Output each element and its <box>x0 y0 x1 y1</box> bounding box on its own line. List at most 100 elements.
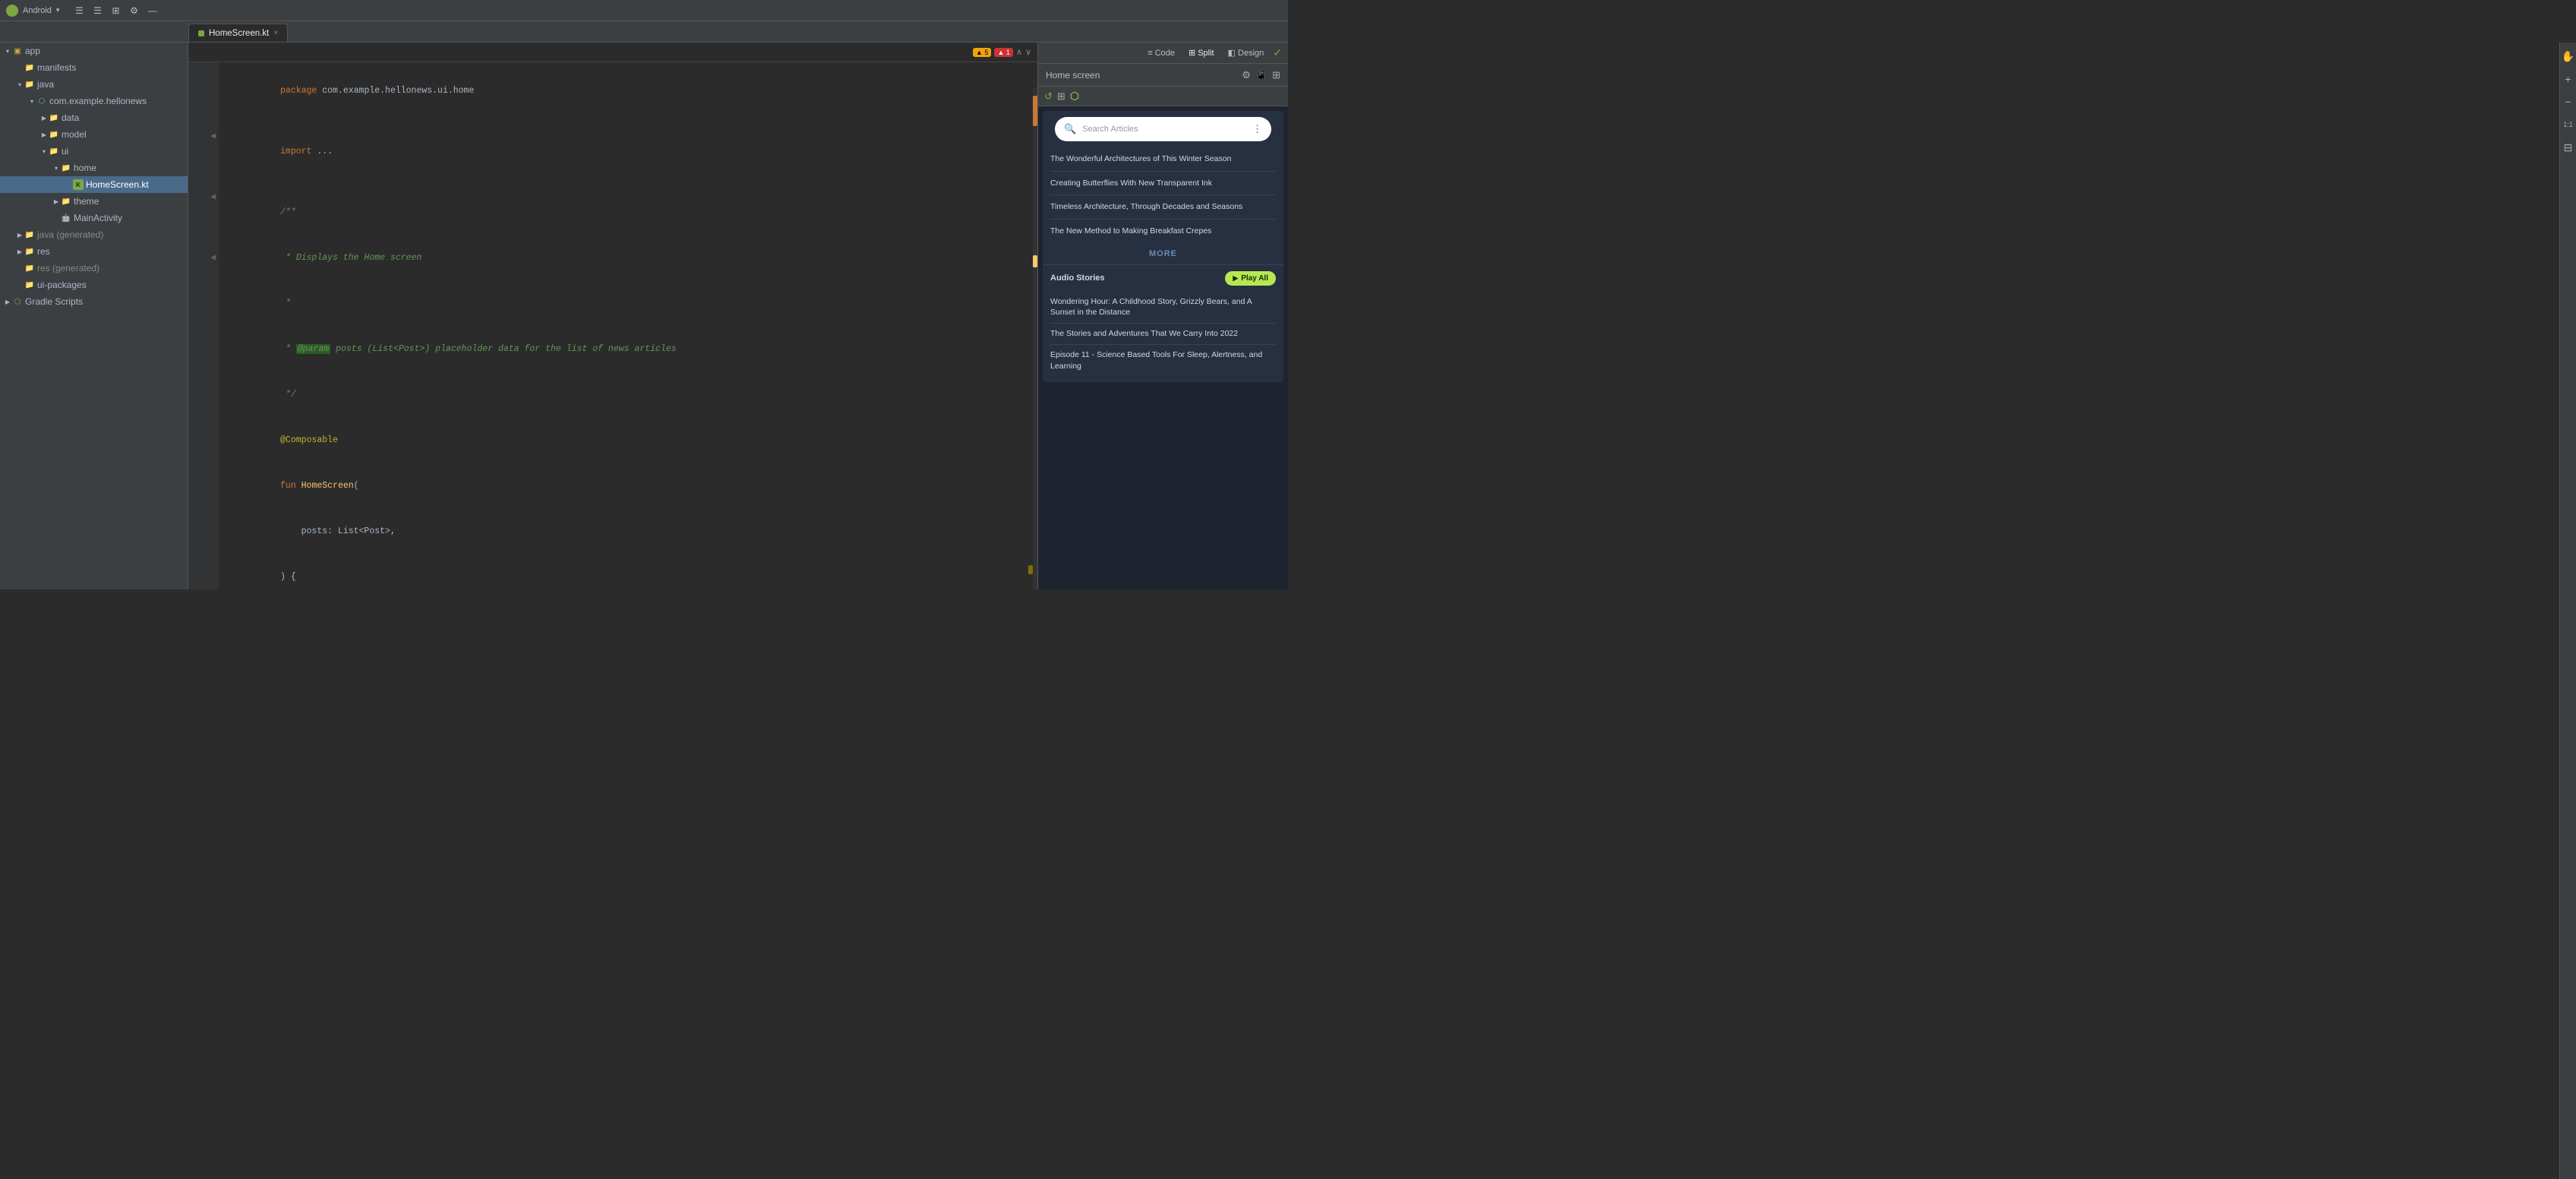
scrollbar-thumb2 <box>1033 255 1037 267</box>
article-item-1[interactable]: The Wonderful Architectures of This Wint… <box>1050 147 1276 172</box>
folder-icon-theme: 📁 <box>61 196 71 207</box>
arrow-model: ▶ <box>39 130 49 139</box>
code-line-6: * Displays the Home screen <box>228 235 1028 281</box>
android-label[interactable]: Android <box>23 6 52 15</box>
sidebar-item-model[interactable]: ▶ 📁 model <box>0 126 188 143</box>
folder-icon-res-gen: 📁 <box>24 263 35 273</box>
audio-item-1[interactable]: Wondering Hour: A Childhood Story, Grizz… <box>1050 292 1276 324</box>
scrollbar-thumb[interactable] <box>1033 96 1037 126</box>
sidebar-item-java[interactable]: ▾ 📁 java <box>0 76 188 93</box>
split-icon[interactable]: ⊞ <box>109 5 122 17</box>
sidebar-label-gradle: Gradle Scripts <box>25 296 83 307</box>
sidebar-item-homescreen[interactable]: ▶ K HomeScreen.kt <box>0 176 188 193</box>
article-title-2: Creating Butterflies With New Transparen… <box>1050 178 1276 189</box>
article-item-3[interactable]: Timeless Architecture, Through Decades a… <box>1050 195 1276 220</box>
audio-item-3[interactable]: Episode 11 - Science Based Tools For Sle… <box>1050 345 1276 376</box>
article-item-4[interactable]: The New Method to Making Breakfast Crepe… <box>1050 220 1276 243</box>
sidebar-item-com-example[interactable]: ▾ ⬡ com.example.hellonews <box>0 93 188 109</box>
sidebar-item-ui[interactable]: ▾ 📁 ui <box>0 143 188 160</box>
nav-arrows[interactable]: ∧ <box>1016 47 1022 57</box>
nav-arrows-down[interactable]: ∨ <box>1025 47 1031 57</box>
error-badge: ▲ 1 <box>994 48 1012 57</box>
menu-icon[interactable]: ☰ <box>73 5 85 17</box>
preview-refresh-icon[interactable]: ⊞ <box>1272 69 1280 81</box>
compose-icon[interactable]: ⬡ <box>1070 90 1079 103</box>
check-mark: ✓ <box>1273 46 1282 59</box>
minus-icon[interactable]: — <box>146 5 158 17</box>
grid-icon[interactable]: ⊞ <box>1057 90 1065 103</box>
arrow-res: ▶ <box>15 247 24 256</box>
scrollbar-track <box>1033 88 1037 590</box>
code-icon: ≡ <box>1148 49 1152 58</box>
preview-settings-icon[interactable]: ⚙ <box>1242 69 1251 81</box>
tab-filename: HomeScreen.kt <box>209 29 269 38</box>
view-mode-split[interactable]: ⊞ Split <box>1184 46 1219 59</box>
kt-file-icon: K <box>73 179 84 190</box>
article-title-4: The New Method to Making Breakfast Crepe… <box>1050 226 1276 237</box>
code-content[interactable]: package com.example.hellonews.ui.home im… <box>219 62 1037 590</box>
design-label: Design <box>1238 49 1264 58</box>
sidebar-label-model: model <box>62 129 87 140</box>
right-toolbar: ✋ + − 1:1 ⊟ <box>2559 43 2576 1179</box>
sidebar-item-manifests[interactable]: ▶ 📁 manifests <box>0 59 188 76</box>
code-editor: ▲ 5 ▲ 1 ∧ ∨ ◀ ◀ ◀ <box>188 43 1037 590</box>
sidebar-item-mainactivity[interactable]: ▶ 🤖 MainActivity <box>0 210 188 226</box>
sidebar-item-gradle[interactable]: ▶ ⬡ Gradle Scripts <box>0 293 188 310</box>
folder-icon-app: ▣ <box>12 46 23 56</box>
audio-item-title-1: Wondering Hour: A Childhood Story, Grizz… <box>1050 296 1276 318</box>
audio-item-title-2: The Stories and Adventures That We Carry… <box>1050 328 1276 340</box>
search-menu-icon[interactable]: ⋮ <box>1252 123 1262 135</box>
settings-icon[interactable]: ⚙ <box>128 5 140 17</box>
preview-toolbar: ↺ ⊞ ⬡ <box>1038 87 1288 106</box>
sidebar-item-ui-packages[interactable]: ▶ 📁 ui-packages <box>0 277 188 293</box>
refresh-icon[interactable]: ↺ <box>1044 90 1053 103</box>
code-line-5: /** <box>228 190 1028 235</box>
article-list: The Wonderful Architectures of This Wint… <box>1043 147 1283 243</box>
play-icon: ▶ <box>1233 274 1238 283</box>
audio-item-2[interactable]: The Stories and Adventures That We Carry… <box>1050 324 1276 345</box>
code-line-12: posts: List<Post>, <box>228 509 1028 555</box>
search-icon: 🔍 <box>1064 123 1076 135</box>
preview-phone-screen: 🔍 Search Articles ⋮ The Wonderful Archit… <box>1038 106 1288 590</box>
folder-icon-manifests: 📁 <box>24 62 35 73</box>
phone-screen: 🔍 Search Articles ⋮ The Wonderful Archit… <box>1043 111 1283 382</box>
sidebar-item-data[interactable]: ▶ 📁 data <box>0 109 188 126</box>
hand-icon[interactable]: ✋ <box>2561 49 2576 64</box>
tab-close-btn[interactable]: × <box>273 29 278 37</box>
sidebar-item-res-gen[interactable]: ▶ 📁 res (generated) <box>0 260 188 277</box>
sidebar-item-app[interactable]: ▾ ▣ app <box>0 43 188 59</box>
sidebar-item-theme[interactable]: ▶ 📁 theme <box>0 193 188 210</box>
sidebar-label-res: res <box>37 246 50 257</box>
dropdown-arrow[interactable]: ▾ <box>56 6 60 14</box>
zoom-out-icon[interactable]: − <box>2561 94 2576 109</box>
zoom-in-icon[interactable]: + <box>2561 71 2576 87</box>
arrow-app: ▾ <box>3 46 12 55</box>
scroll-marker-bottom <box>1028 565 1033 574</box>
sidebar-label-data: data <box>62 112 79 123</box>
more-button[interactable]: MORE <box>1043 243 1283 264</box>
warning-badge: ▲ 5 <box>973 48 991 57</box>
preview-phone-icon[interactable]: 📱 <box>1255 69 1267 81</box>
ratio-icon[interactable]: 1:1 <box>2561 117 2576 132</box>
activity-icon: 🤖 <box>61 213 71 223</box>
fit-icon[interactable]: ⊟ <box>2561 140 2576 155</box>
search-bar[interactable]: 🔍 Search Articles ⋮ <box>1055 117 1271 141</box>
editor-tab[interactable]: HomeScreen.kt × <box>188 24 288 42</box>
code-line-9: */ <box>228 372 1028 418</box>
sidebar-item-res[interactable]: ▶ 📁 res <box>0 243 188 260</box>
sidebar-item-java-gen[interactable]: ▶ 📁 java (generated) <box>0 226 188 243</box>
list-icon[interactable]: ☰ <box>91 5 103 17</box>
code-line-3: import ... <box>228 129 1028 175</box>
play-all-button[interactable]: ▶ Play All <box>1225 271 1276 286</box>
article-item-2[interactable]: Creating Butterflies With New Transparen… <box>1050 172 1276 196</box>
audio-item-title-3: Episode 11 - Science Based Tools For Sle… <box>1050 349 1276 371</box>
sidebar-label-app: app <box>25 46 40 56</box>
code-line-1: package com.example.hellonews.ui.home <box>228 68 1028 114</box>
view-mode-design[interactable]: ◧ Design <box>1223 46 1269 59</box>
sidebar-label-manifests: manifests <box>37 62 76 73</box>
folder-icon-data: 📁 <box>49 112 59 123</box>
preview-header: Home screen ⚙ 📱 ⊞ <box>1038 64 1288 87</box>
sidebar-item-home[interactable]: ▾ 📁 home <box>0 160 188 176</box>
view-mode-code[interactable]: ≡ Code <box>1143 47 1179 59</box>
sidebar-label-mainactivity: MainActivity <box>74 213 122 223</box>
